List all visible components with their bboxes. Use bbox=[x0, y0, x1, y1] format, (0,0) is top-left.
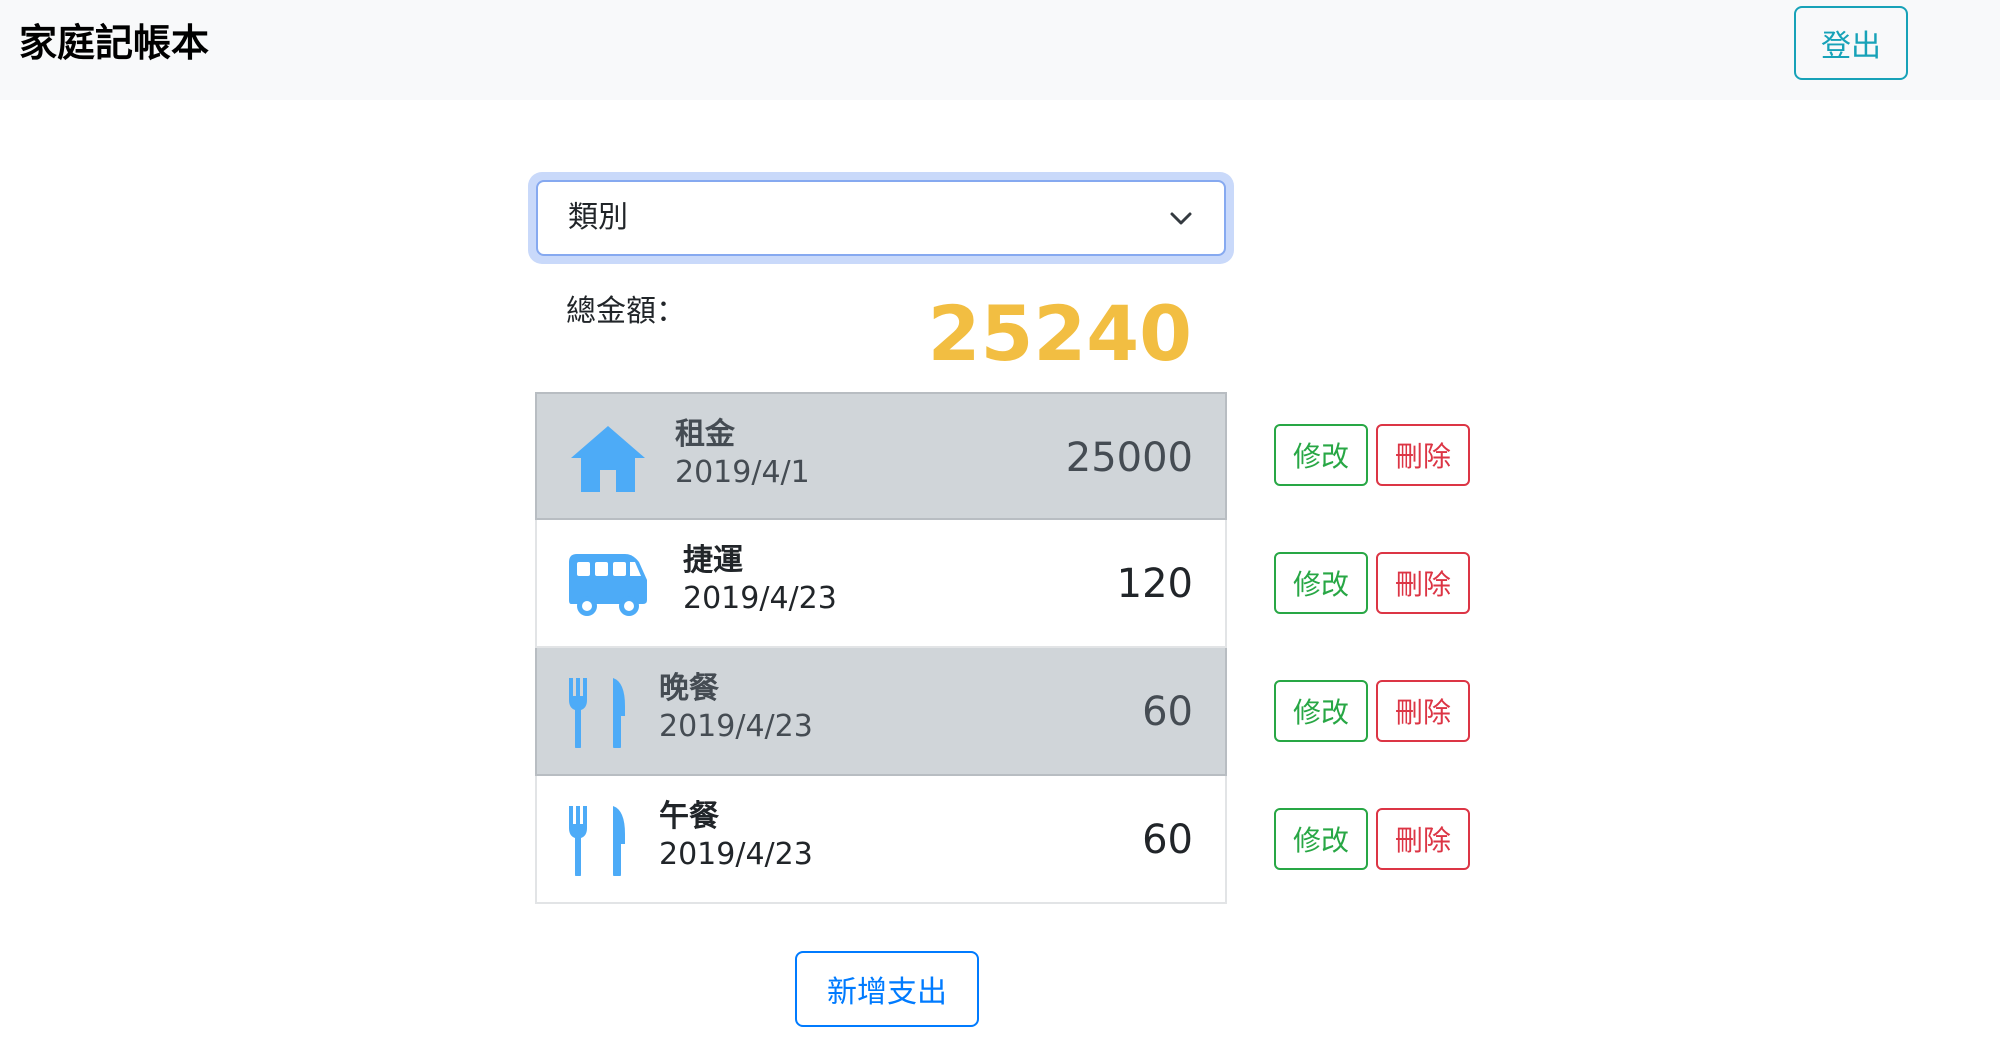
delete-button[interactable]: 刪除 bbox=[1376, 808, 1470, 870]
expense-amount: 120 bbox=[1116, 561, 1193, 607]
category-select-focus-ring: 類別 bbox=[528, 172, 1234, 264]
category-select-value: 類別 bbox=[568, 200, 628, 235]
expense-name: 租金 bbox=[675, 417, 735, 452]
expense-row: 午餐 2019/4/23 60 bbox=[535, 776, 1227, 904]
utensils-icon bbox=[569, 678, 625, 748]
total-label: 總金額： bbox=[566, 294, 686, 329]
expense-amount: 60 bbox=[1142, 689, 1193, 735]
delete-button[interactable]: 刪除 bbox=[1376, 424, 1470, 486]
add-expense-button[interactable]: 新增支出 bbox=[795, 951, 979, 1027]
expense-amount: 25000 bbox=[1065, 435, 1193, 481]
action-row: 修改 刪除 bbox=[1274, 424, 1474, 552]
edit-button[interactable]: 修改 bbox=[1274, 808, 1368, 870]
bus-icon bbox=[569, 554, 647, 616]
action-row: 修改 刪除 bbox=[1274, 680, 1474, 808]
edit-button[interactable]: 修改 bbox=[1274, 680, 1368, 742]
expense-amount: 60 bbox=[1142, 817, 1193, 863]
edit-button[interactable]: 修改 bbox=[1274, 552, 1368, 614]
expense-row: 捷運 2019/4/23 120 bbox=[535, 520, 1227, 648]
app-title: 家庭記帳本 bbox=[19, 21, 210, 65]
home-icon bbox=[571, 426, 645, 492]
logout-button[interactable]: 登出 bbox=[1794, 6, 1908, 80]
expense-date: 2019/4/1 bbox=[675, 455, 810, 490]
category-select[interactable]: 類別 bbox=[536, 180, 1226, 256]
expense-list: 租金 2019/4/1 25000 捷運 2019/4/23 120 晚餐 20… bbox=[535, 392, 1227, 904]
expense-name: 午餐 bbox=[659, 799, 719, 834]
expense-row: 租金 2019/4/1 25000 bbox=[535, 392, 1227, 520]
delete-button[interactable]: 刪除 bbox=[1376, 680, 1470, 742]
expense-row: 晚餐 2019/4/23 60 bbox=[535, 648, 1227, 776]
edit-button[interactable]: 修改 bbox=[1274, 424, 1368, 486]
action-row: 修改 刪除 bbox=[1274, 552, 1474, 680]
navbar: 家庭記帳本 登出 bbox=[0, 0, 2000, 100]
expense-name: 晚餐 bbox=[659, 671, 719, 706]
utensils-icon bbox=[569, 806, 625, 876]
action-row: 修改 刪除 bbox=[1274, 808, 1474, 936]
row-actions: 修改 刪除 修改 刪除 修改 刪除 修改 刪除 bbox=[1274, 424, 1474, 936]
expense-date: 2019/4/23 bbox=[683, 581, 837, 616]
expense-name: 捷運 bbox=[683, 543, 743, 578]
expense-date: 2019/4/23 bbox=[659, 837, 813, 872]
delete-button[interactable]: 刪除 bbox=[1376, 552, 1470, 614]
total-amount: 25240 bbox=[927, 289, 1192, 378]
expense-date: 2019/4/23 bbox=[659, 709, 813, 744]
chevron-down-icon bbox=[1170, 212, 1192, 225]
